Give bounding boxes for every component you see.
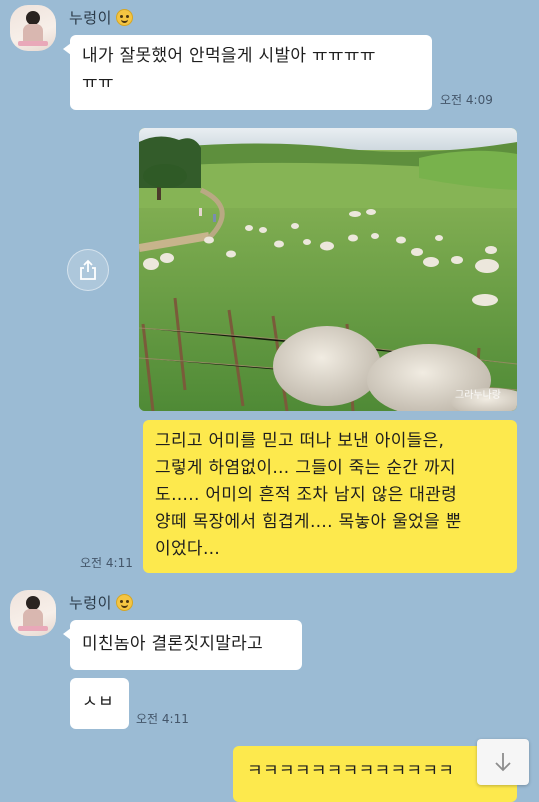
sender-name-text: 누렁이 [69,594,112,612]
sheep-pasture-image: 그라누나랑 [139,128,517,411]
chat-screen: { "contact": { "name": "누렁이" }, "message… [0,0,539,802]
smiley-emoji-icon [115,9,133,26]
message-text: 이었다… [155,539,221,559]
message-text: 내가 잘못했어 안먹을게 시발아 ㅠㅠㅠㅠ [82,46,376,66]
share-icon [80,259,96,280]
message-bubble[interactable]: ㅅㅂ [70,678,129,729]
message-bubble[interactable]: 내가 잘못했어 안먹을게 시발아 ㅠㅠㅠㅠ ㅠㅠ [63,35,432,110]
sender-name: 누렁이 [69,7,133,28]
message-time: 오전 4:11 [136,712,189,726]
scroll-to-bottom-button[interactable] [477,739,529,785]
share-button[interactable] [67,249,109,291]
message-text: 미친놈아 결론짓지말라고 [82,634,264,654]
message-text: 도….. 어미의 흔적 조차 남지 않은 대관령 [155,485,458,505]
sender-name-text: 누렁이 [69,9,112,27]
photo-message[interactable]: 그라누나랑 [139,128,517,411]
contact-avatar[interactable] [10,590,56,636]
message-bubble[interactable]: 미친놈아 결론짓지말라고 [63,620,302,670]
sender-name: 누렁이 [69,592,133,613]
message-text: ㅋㅋㅋㅋㅋㅋㅋㅋㅋㅋㅋㅋㅋ [247,761,455,781]
arrow-down-icon [495,753,511,772]
message-bubble[interactable]: 그리고 어미를 믿고 떠나 보낸 아이들은, 그렇게 하염없이… 그들이 죽는 … [143,420,517,573]
message-text: 그리고 어미를 믿고 떠나 보낸 아이들은, [155,431,445,451]
contact-avatar[interactable] [10,5,56,51]
smiley-emoji-icon [115,594,133,611]
message-text: ㅠㅠ [82,73,114,93]
message-text: 양떼 목장에서 힘겹게…. 목놓아 울었을 뿐 [155,512,462,532]
message-text: 그렇게 하염없이… 그들이 죽는 순간 까지 [155,458,456,478]
message-text: ㅅㅂ [82,692,114,712]
message-time: 오전 4:09 [440,93,493,107]
photo-watermark: 그라누나랑 [455,389,501,401]
message-time: 오전 4:11 [80,556,133,570]
